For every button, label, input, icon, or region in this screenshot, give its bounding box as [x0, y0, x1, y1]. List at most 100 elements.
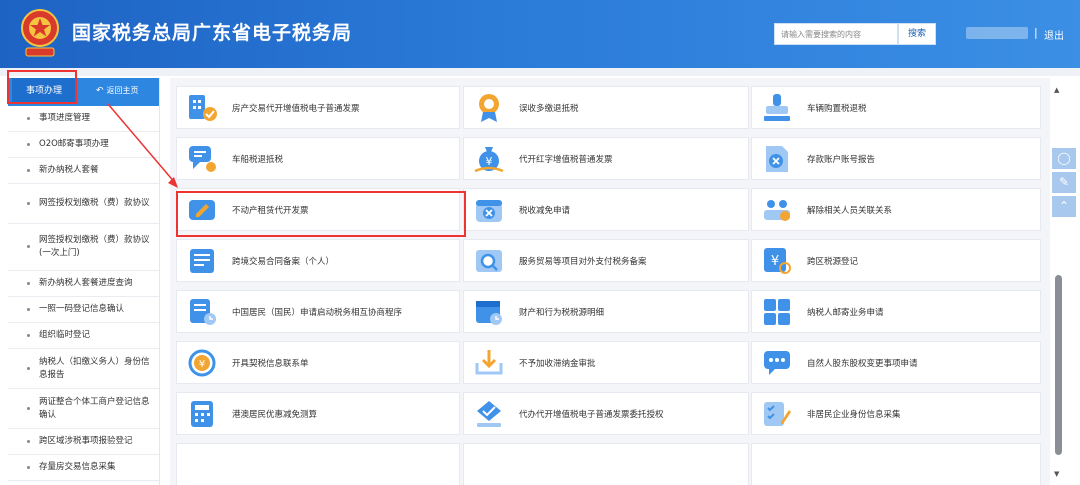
service-label: 服务贸易等项目对外支付税务备案	[519, 256, 647, 267]
sidebar-item[interactable]: 事项进度管理	[8, 106, 159, 132]
service-card[interactable]: 自然人股东股权变更事项申请	[751, 341, 1041, 384]
sidebar-item[interactable]: 新办纳税人套餐	[8, 158, 159, 184]
sidebar-item-label: 新办纳税人套餐进度查询	[39, 278, 133, 288]
header-shadow-strip	[0, 68, 1080, 76]
scroll-down-icon[interactable]: ▼	[1054, 470, 1059, 478]
yuan-refresh-icon: ¥	[186, 347, 218, 379]
service-label: 开具契税信息联系单	[232, 358, 309, 369]
service-card[interactable]: ¥ 跨区税源登记	[751, 239, 1041, 282]
sidebar-item[interactable]: 两证整合个体工商户登记信息确认	[8, 389, 159, 429]
chat-bubble-icon	[186, 143, 218, 175]
sidebar-item-label: 一照一码登记信息确认	[39, 304, 125, 314]
sidebar-item-label: 组织临时登记	[39, 330, 91, 340]
service-card[interactable]: 港澳居民优惠减免测算	[176, 392, 460, 435]
tax-emblem-logo	[18, 8, 62, 60]
highlight-box-tab	[7, 70, 77, 104]
search-input[interactable]: 请输入需要搜索的内容	[774, 23, 898, 45]
back-arrow-icon: ↶	[96, 86, 104, 96]
top-header: 国家税务总局广东省电子税务局 请输入需要搜索的内容 搜索 | 退出	[0, 0, 1080, 68]
highlight-box-service	[176, 191, 466, 237]
service-card[interactable]: ¥ 代开红字增值税普通发票	[463, 137, 749, 180]
logout-link[interactable]: 退出	[1044, 27, 1064, 42]
megaphone-icon	[761, 347, 793, 379]
service-card[interactable]: 税收减免申请	[463, 188, 749, 231]
search-button[interactable]: 搜索	[898, 23, 936, 45]
service-card[interactable]: 误收多缴退抵税	[463, 86, 749, 129]
contract-icon	[186, 245, 218, 277]
list-clock-icon	[186, 296, 218, 328]
authorize-check-icon	[473, 398, 505, 430]
service-card[interactable]: 房产交易代开增值税电子普通发票	[176, 86, 460, 129]
medal-icon	[473, 92, 505, 124]
sidebar-item[interactable]: 网签授权划缴税（费）款协议	[8, 184, 159, 224]
money-bag-icon: ¥	[473, 143, 505, 175]
checklist-pen-icon	[761, 398, 793, 430]
service-card[interactable]: 服务贸易等项目对外支付税务备案	[463, 239, 749, 282]
service-label: 解除相关人员关联关系	[807, 205, 893, 216]
service-label: 房产交易代开增值税电子普通发票	[232, 103, 360, 114]
back-home-link[interactable]: ↶ 返回主页	[96, 85, 139, 96]
scroll-up-icon[interactable]: ▲	[1054, 86, 1059, 94]
service-label: 跨区税源登记	[807, 256, 859, 267]
sidebar-item[interactable]: 纳税人（扣缴义务人）身份信息报告	[8, 349, 159, 389]
document-search-icon	[761, 143, 793, 175]
trade-search-icon	[473, 245, 505, 277]
sidebar-item[interactable]: O2O邮寄事项办理	[8, 132, 159, 158]
building-icon	[186, 92, 218, 124]
sidebar-menu: 事项进度管理 O2O邮寄事项办理 新办纳税人套餐网签授权划缴税（费）款协议网签授权划…	[8, 106, 159, 481]
service-card[interactable]: 车船税退抵税	[176, 137, 460, 180]
sidebar-item[interactable]: 跨区域涉税事项报验登记	[8, 429, 159, 455]
grid-apps-icon	[761, 296, 793, 328]
sidebar-item[interactable]: 存量房交易信息采集	[8, 455, 159, 481]
service-card[interactable]: 中国居民（国民）申请启动税务相互协商程序	[176, 290, 460, 333]
service-label: 代办代开增值税电子普通发票委托授权	[519, 409, 664, 420]
chat-icon[interactable]: ◯	[1052, 148, 1076, 169]
service-card[interactable]: 解除相关人员关联关系	[751, 188, 1041, 231]
user-name-masked[interactable]	[966, 27, 1028, 39]
service-label: 自然人股东股权变更事项申请	[807, 358, 918, 369]
service-card[interactable]: ¥ 开具契税信息联系单	[176, 341, 460, 384]
service-label: 港澳居民优惠减免测算	[232, 409, 318, 420]
sidebar-item[interactable]: 一照一码登记信息确认	[8, 297, 159, 323]
back-to-top-icon[interactable]: ⌃	[1052, 196, 1076, 217]
svg-text:¥: ¥	[199, 359, 205, 370]
service-label: 车辆购置税退税	[807, 103, 867, 114]
sidebar-item[interactable]: 网签授权划缴税（费）款协议(一次上门)	[8, 224, 159, 271]
svg-text:¥: ¥	[486, 155, 493, 168]
service-card-partial[interactable]	[176, 443, 460, 485]
service-card[interactable]: 财产和行为税税源明细	[463, 290, 749, 333]
service-label: 中国居民（国民）申请启动税务相互协商程序	[232, 307, 403, 318]
service-label: 财产和行为税税源明细	[519, 307, 605, 318]
service-label: 纳税人邮寄业务申请	[807, 307, 884, 318]
unlink-users-icon	[761, 194, 793, 226]
service-card-partial[interactable]	[463, 443, 749, 485]
stamp-icon	[761, 92, 793, 124]
scroll-thumb[interactable]	[1055, 275, 1062, 455]
service-card[interactable]: 不予加收滞纳金审批	[463, 341, 749, 384]
calculator-icon	[186, 398, 218, 430]
service-card[interactable]: 车辆购置税退税	[751, 86, 1041, 129]
edit-icon[interactable]: ✎	[1052, 172, 1076, 193]
sidebar-item-label: 纳税人（扣缴义务人）身份信息报告	[39, 356, 150, 380]
service-label: 存款账户账号报告	[807, 154, 876, 165]
sidebar-item-label: 事项进度管理	[39, 113, 91, 123]
back-home-label: 返回主页	[106, 86, 139, 95]
sidebar-item[interactable]: 组织临时登记	[8, 323, 159, 349]
service-card[interactable]: 纳税人邮寄业务申请	[751, 290, 1041, 333]
site-title: 国家税务总局广东省电子税务局	[72, 22, 353, 44]
service-label: 代开红字增值税普通发票	[519, 154, 613, 165]
floating-toolbar: ◯ ✎ ⌃	[1052, 148, 1078, 220]
service-card[interactable]: 存款账户账号报告	[751, 137, 1041, 180]
service-card[interactable]: 跨境交易合同备案（个人）	[176, 239, 460, 282]
service-card-partial[interactable]	[751, 443, 1041, 485]
sidebar-item-label: 网签授权划缴税（费）款协议(一次上门)	[39, 235, 150, 258]
service-label: 车船税退抵税	[232, 154, 284, 165]
service-card[interactable]: 非居民企业身份信息采集	[751, 392, 1041, 435]
sidebar-item[interactable]: 新办纳税人套餐进度查询	[8, 271, 159, 297]
sidebar-item-label: 网签授权划缴税（费）款协议	[39, 198, 150, 208]
service-card[interactable]: 代办代开增值税电子普通发票委托授权	[463, 392, 749, 435]
sidebar-item-label: 新办纳税人套餐	[39, 165, 99, 175]
sidebar-item-label: 跨区域涉税事项报验登记	[39, 436, 133, 446]
sidebar: 事项办理 ↶ 返回主页 事项进度管理 O2O邮寄事项办理 新办纳税人套餐 网签授权划缴税…	[8, 78, 160, 485]
sidebar-item-label: O2O邮寄事项办理	[39, 139, 109, 149]
